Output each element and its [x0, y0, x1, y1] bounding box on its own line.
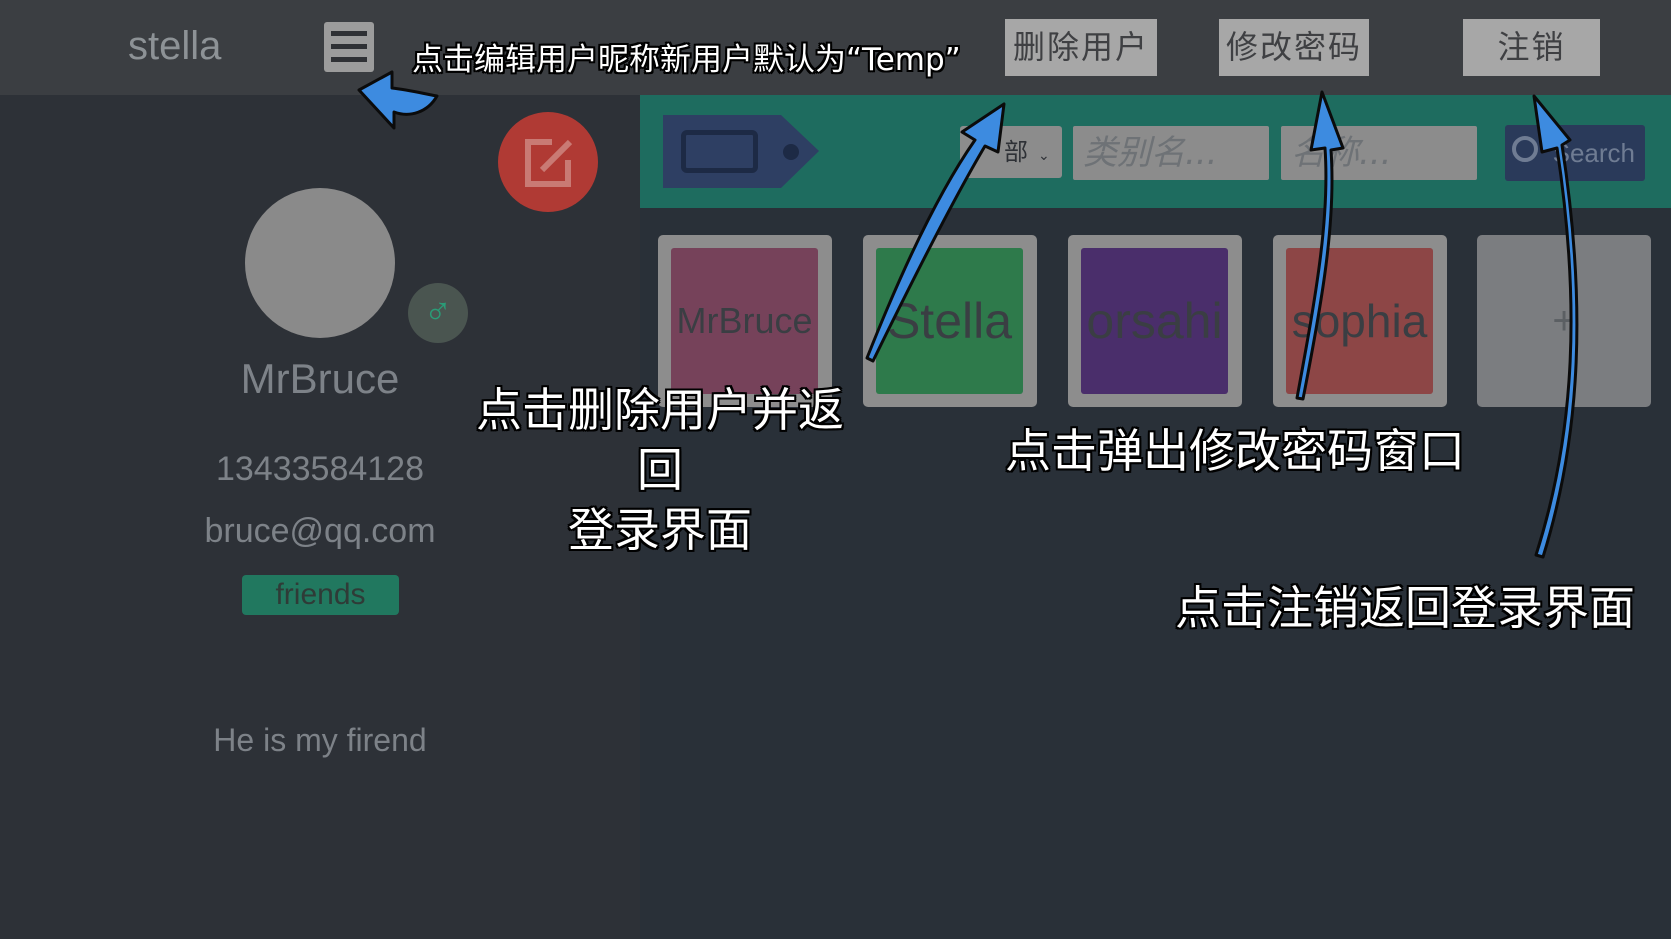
change-password-button[interactable]: 修改密码 — [1219, 19, 1369, 76]
profile-name: MrBruce — [240, 355, 400, 402]
annotation-edit-nickname: 点击编辑用户昵称新用户默认为“Temp” — [412, 42, 961, 78]
logout-button[interactable]: 注销 — [1463, 19, 1600, 76]
add-user-card[interactable]: + — [1477, 235, 1651, 407]
type-select[interactable]: 部 ⌄ — [960, 126, 1062, 178]
user-card-label: orsahi — [1081, 248, 1228, 394]
user-card[interactable]: orsahi — [1068, 235, 1242, 407]
profile-tag: friends — [242, 575, 399, 615]
edit-icon — [525, 139, 573, 187]
annotation-delete-user: 点击删除用户并返回 登录界面 — [455, 380, 865, 560]
profile-email: bruce@qq.com — [204, 512, 436, 550]
user-card[interactable]: Stella — [863, 235, 1037, 407]
user-card-label: sophia — [1286, 248, 1433, 394]
avatar — [245, 188, 395, 338]
app-title: stella — [128, 24, 222, 68]
name-input[interactable] — [1281, 126, 1477, 180]
delete-user-button[interactable]: 删除用户 — [1005, 19, 1157, 76]
user-card-label: MrBruce — [671, 248, 818, 394]
search-icon — [1512, 136, 1538, 162]
logo-tag-icon — [663, 115, 819, 188]
logo-dot — [783, 144, 799, 160]
profile-phone: 13433584128 — [215, 450, 424, 488]
category-input[interactable] — [1073, 126, 1269, 180]
annotation-logout: 点击注销返回登录界面 — [1175, 581, 1635, 635]
profile-bio: He is my firend — [213, 722, 427, 758]
male-icon: ♂ — [408, 283, 468, 343]
user-card-label: Stella — [876, 248, 1023, 394]
annotation-change-password: 点击弹出修改密码窗口 — [1005, 424, 1465, 478]
annotation-delete-line1: 点击删除用户并返回 — [476, 383, 844, 497]
user-card[interactable]: sophia — [1273, 235, 1447, 407]
hamburger-menu-icon[interactable] — [324, 22, 374, 72]
annotation-delete-line2: 登录界面 — [568, 503, 752, 557]
chevron-down-icon: ⌄ — [1038, 148, 1050, 164]
edit-profile-button[interactable] — [498, 112, 598, 212]
